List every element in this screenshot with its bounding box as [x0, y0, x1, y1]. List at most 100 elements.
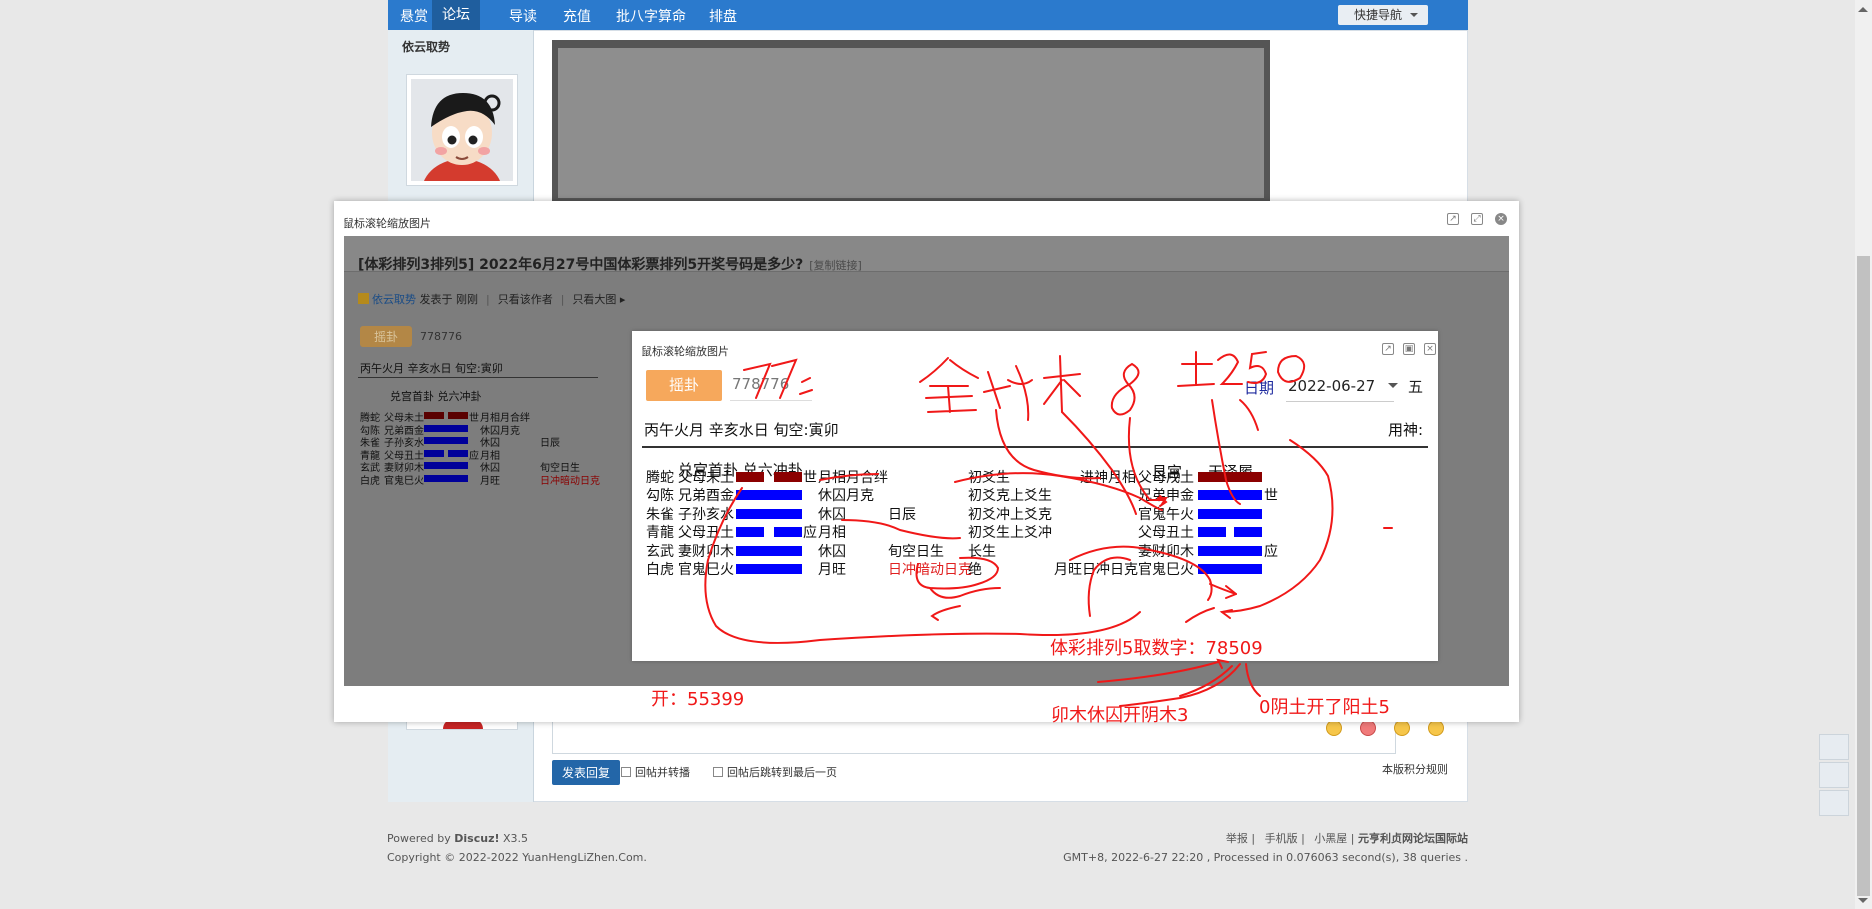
change-mark: 进神月相 [1080, 470, 1136, 486]
footer-link-report[interactable]: 举报 [1226, 832, 1248, 845]
change-relation: 绝 [968, 562, 982, 578]
footer-link-intl[interactable]: 元亨利贞网论坛国际站 [1358, 832, 1468, 845]
scroll-down-icon[interactable] [1858, 898, 1868, 908]
change-relation: 初爻生上爻冲 [968, 525, 1052, 542]
post-meta: 依云取势 发表于 刚刚 | 只看该作者 | 只看大图 ▸ [358, 291, 625, 307]
footer-link-blackroom[interactable]: 小黑屋 [1314, 832, 1347, 845]
dim-day: 日辰 [540, 438, 560, 449]
submit-reply-button[interactable]: 发表回复 [552, 760, 621, 785]
yaogua-button[interactable]: 摇卦 [646, 370, 722, 401]
changed-relative: 兄弟申金 [1138, 488, 1194, 505]
yin-bar-left [736, 527, 764, 538]
comment-tool-icon[interactable] [1819, 734, 1849, 760]
change-relation: 长生 [968, 543, 996, 560]
dialog-title: 鼠标滚轮缩放图片 [343, 217, 431, 230]
six-beast: 勾陈 [646, 488, 674, 505]
yin-bar-right [774, 472, 802, 482]
list-tool-icon[interactable] [1819, 790, 1849, 816]
change-relation: 初爻冲上爻克 [968, 506, 1052, 523]
yang-bar [736, 564, 802, 574]
open-new-window-icon[interactable]: ↗ [1447, 213, 1459, 225]
sweat-emoji-icon[interactable] [1394, 720, 1410, 736]
quick-nav-dropdown[interactable]: 快捷导航 [1337, 5, 1428, 25]
dim-yang-bar [424, 462, 468, 469]
yang-bar [1198, 508, 1262, 519]
changed-relative: 官鬼巳火 [1138, 562, 1194, 578]
changed-shi-ying: 世 [1264, 488, 1278, 505]
angry-emoji-icon[interactable] [1360, 720, 1376, 736]
nav-daodu[interactable]: 导读 [509, 6, 537, 26]
inner-zoom-dialog: 鼠标滚轮缩放图片 ↗ ▣ × 摇卦 778776 日期 2022-06-27 五… [632, 331, 1438, 661]
dim-shi-ying: 世 [469, 413, 479, 424]
inner-open-icon[interactable]: ↗ [1382, 343, 1394, 355]
jump-last-checkbox[interactable]: 回帖后跳转到最后一页 [713, 764, 837, 780]
yang-bar [1198, 472, 1262, 482]
number-input[interactable]: 778776 [732, 375, 789, 393]
inner-close-icon[interactable]: × [1424, 343, 1436, 355]
top-navbar: 悬赏 论坛 导读 充值 批八字算命 排盘 快捷导航 [388, 0, 1468, 30]
shi-ying-mark: 应 [803, 525, 817, 542]
yang-bar [1198, 545, 1262, 556]
changed-relative: 官鬼午火 [1138, 506, 1194, 523]
month-day-line: 丙午火月 辛亥水日 旬空:寅卯 [644, 421, 839, 439]
post-image-thumbnail[interactable] [552, 40, 1270, 202]
inner-fullscreen-icon[interactable]: ▣ [1403, 343, 1415, 355]
month-state: 休囚 [818, 506, 846, 523]
grin-emoji-icon[interactable] [1428, 720, 1444, 736]
back-to-top-icon[interactable] [1819, 762, 1849, 788]
dim-yin-bar [448, 449, 468, 457]
month-state: 月旺 [818, 562, 846, 578]
footer-stats: GMT+8, 2022-6-27 22:20 , Processed in 0.… [1063, 851, 1468, 864]
avatar[interactable] [406, 74, 518, 186]
nav-chongzhi[interactable]: 充值 [563, 6, 591, 26]
dim-yin-bar [448, 412, 468, 419]
annotation-result: 体彩排列5取数字：78509 [1050, 638, 1263, 659]
six-beast: 朱雀 [646, 506, 674, 523]
relative: 子孙亥水 [678, 506, 734, 523]
author-name[interactable]: 依云取势 [402, 38, 450, 55]
rules-link[interactable]: 本版积分规则 [1382, 761, 1448, 777]
relative: 父母未土 [678, 470, 734, 486]
chevron-down-icon[interactable] [1388, 383, 1398, 393]
nav-paipan[interactable]: 排盘 [709, 6, 737, 26]
relative: 官鬼巳火 [678, 562, 734, 578]
month-state: 休囚月克 [818, 488, 874, 505]
changed-relative: 父母戌土 [1138, 470, 1194, 486]
yin-bar-right [774, 527, 802, 538]
day-state: 日冲暗动日克 [888, 562, 972, 578]
nav-bazi[interactable]: 批八字算命 [616, 6, 686, 26]
smile-emoji-icon[interactable] [1326, 720, 1342, 736]
fullscreen-icon[interactable]: ⤢ [1471, 213, 1483, 225]
annotation-mao: 卯木休囚开阴木3 [1051, 705, 1189, 726]
post-title: [体彩排列3排列5] 2022年6月27号中国体彩票排列5开奖号码是多少? [复制… [358, 257, 862, 273]
shi-ying-mark: 世 [803, 470, 817, 486]
dim-beast: 白虎 [360, 475, 380, 487]
dim-yang-bar [424, 437, 468, 444]
close-icon[interactable]: × [1495, 213, 1507, 225]
nav-xuanshang[interactable]: 悬赏 [400, 6, 428, 26]
footer-link-mobile[interactable]: 手机版 [1265, 832, 1298, 845]
relative: 父母丑土 [678, 525, 734, 542]
dim-day: 日冲暗动日克 [540, 475, 600, 487]
month-state: 月相 [818, 525, 846, 542]
five-label: 五 [1408, 378, 1424, 396]
dim-number: 778776 [420, 330, 462, 343]
dim-yin-bar [424, 412, 444, 419]
yongshen-label: 用神: [1388, 421, 1424, 439]
page-scrollbar[interactable] [1855, 0, 1872, 909]
date-select[interactable]: 2022-06-27 [1288, 377, 1375, 395]
reply-textarea[interactable] [552, 720, 1396, 754]
footer-left: Powered by Discuz! X3.5 Copyright © 2022… [387, 829, 647, 867]
changed-relative: 父母丑土 [1138, 525, 1194, 542]
change-mark: 月旺日冲日克 [1054, 562, 1138, 578]
scroll-thumb[interactable] [1857, 256, 1870, 896]
yang-bar [736, 545, 802, 556]
relative: 妻财卯木 [678, 543, 734, 560]
scroll-up-icon[interactable] [1858, 2, 1868, 12]
dim-relative: 官鬼巳火 [384, 475, 424, 487]
discuz-link[interactable]: Discuz! [454, 832, 499, 845]
repost-checkbox[interactable]: 回帖并转播 [621, 764, 690, 780]
six-beast: 玄武 [646, 543, 674, 560]
nav-luntan[interactable]: 论坛 [432, 0, 480, 30]
dim-state: 月旺 [480, 475, 500, 487]
